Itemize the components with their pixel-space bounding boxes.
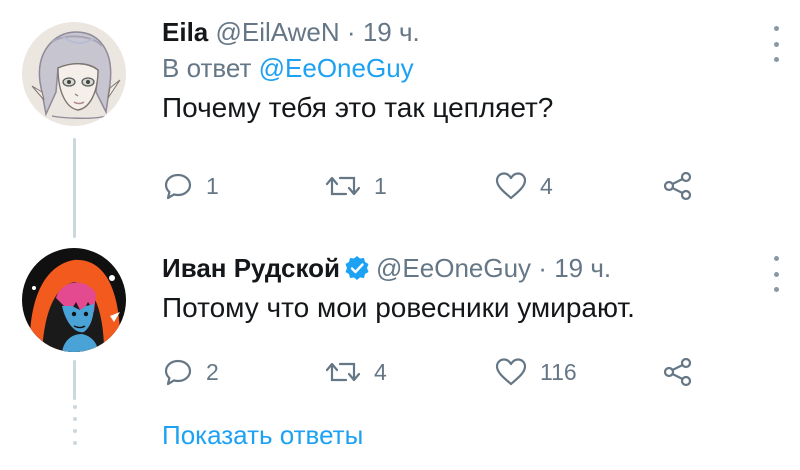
orange-hood-character-avatar-icon [22, 248, 126, 352]
verified-badge-icon [345, 256, 369, 280]
reply-button[interactable]: 1 [162, 166, 219, 206]
reply-count: 1 [206, 172, 219, 199]
dot [773, 256, 779, 261]
dot [773, 41, 779, 47]
thread-line [73, 360, 76, 400]
retweet-button[interactable]: 4 [324, 352, 387, 392]
reply-icon [164, 173, 192, 200]
more-options-button[interactable] [772, 256, 780, 292]
author-name[interactable]: Иван Рудской [162, 253, 340, 283]
separator: · [346, 17, 356, 47]
dot [773, 57, 779, 62]
tweet-time[interactable]: 19 ч. [363, 17, 420, 47]
reply-count: 2 [206, 358, 219, 385]
reply-context: В ответ @EeOneGuy [162, 52, 760, 84]
tweet-header: Иван Рудской @EeOneGuy · 19 ч. [162, 252, 760, 284]
like-count: 4 [540, 172, 553, 199]
reply-mention-link[interactable]: @EeOneGuy [259, 53, 414, 83]
show-replies-link[interactable]: Показать ответы [162, 420, 363, 451]
reply-icon [164, 359, 192, 386]
anime-girl-sketch-avatar-icon [22, 22, 126, 126]
like-button[interactable]: 116 [494, 352, 577, 392]
heart-icon [495, 358, 527, 386]
dot [72, 429, 77, 433]
tweet-actions: 2 4 116 [162, 352, 722, 392]
dot [72, 405, 77, 409]
share-button[interactable] [662, 352, 694, 392]
retweet-count: 1 [374, 172, 387, 199]
thread-line [73, 138, 76, 238]
dot [72, 441, 77, 445]
tweet-text: Потому что мои ровесники умирают. [162, 292, 635, 323]
like-count: 116 [540, 358, 577, 385]
share-icon [663, 171, 692, 201]
retweet-count: 4 [374, 358, 387, 385]
dot [773, 271, 779, 277]
tweet-time[interactable]: 19 ч. [554, 253, 611, 283]
author-handle[interactable]: @EeOneGuy [376, 253, 531, 283]
reply-button[interactable]: 2 [162, 352, 219, 392]
dot [773, 287, 779, 292]
like-button[interactable]: 4 [494, 166, 553, 206]
more-options-button[interactable] [772, 26, 780, 62]
thread-continuation-dots [72, 405, 77, 445]
heart-icon [495, 172, 527, 200]
dot [72, 417, 77, 421]
dot [773, 26, 779, 31]
avatar[interactable] [22, 248, 126, 352]
avatar[interactable] [22, 22, 126, 126]
tweet-2[interactable]: Иван Рудской @EeOneGuy · 19 ч. Потому что… [0, 230, 800, 470]
retweet-button[interactable]: 1 [324, 166, 387, 206]
separator: · [538, 253, 547, 283]
author-handle[interactable]: @EilAweN [215, 17, 339, 47]
reply-prefix: В ответ [162, 53, 252, 83]
retweet-icon [325, 176, 361, 196]
author-name[interactable]: Eila [162, 17, 208, 47]
tweet-header: Eila @EilAweN · 19 ч. [162, 16, 760, 48]
retweet-icon [325, 362, 361, 382]
share-icon [663, 357, 692, 387]
share-button[interactable] [662, 166, 694, 206]
tweet-actions: 1 1 4 [162, 166, 722, 206]
tweet-1[interactable]: Eila @EilAweN · 19 ч. В ответ @EeOneGuy … [0, 0, 800, 238]
tweet-text: Почему тебя это так цепляет? [162, 92, 554, 123]
